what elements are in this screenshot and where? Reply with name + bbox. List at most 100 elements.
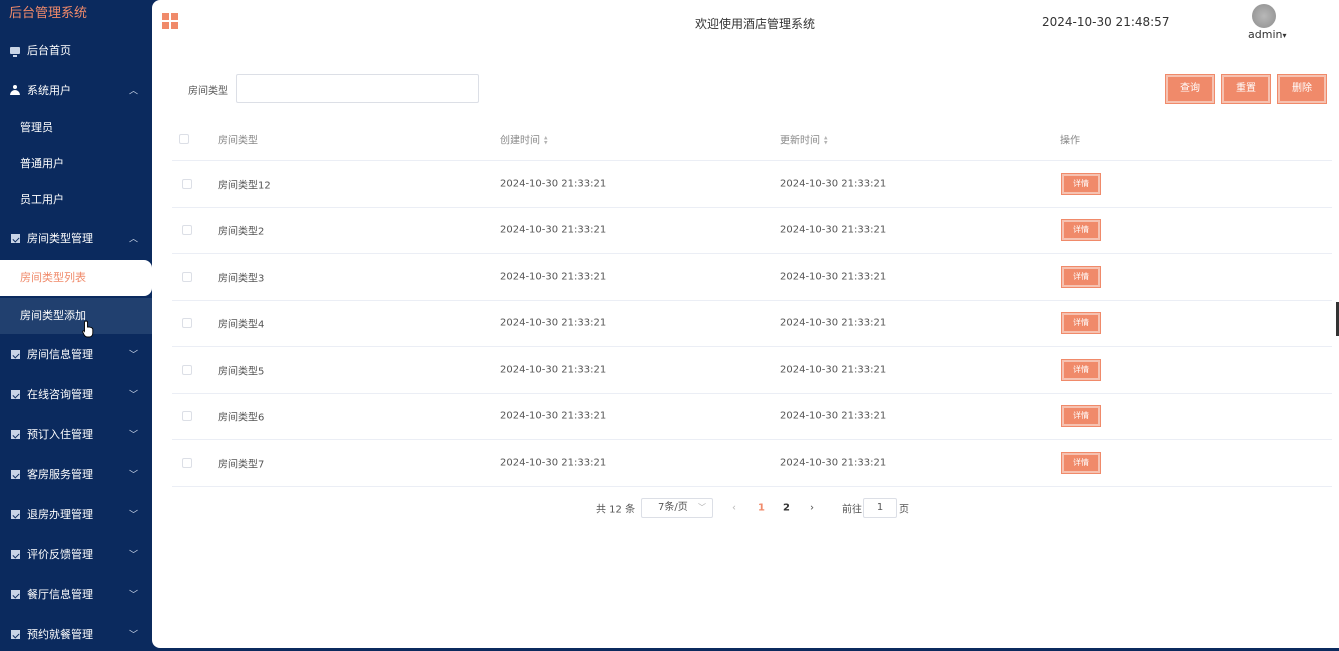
page-unit: 页 [899,504,909,516]
sidebar-item-feedback[interactable]: 评价反馈管理 ﹀ [0,534,152,574]
chevron-down-icon: ﹀ [698,503,706,512]
hand-cursor-icon [82,320,94,338]
sort-icon[interactable]: ▴ ▾ [544,134,548,146]
cell-created-time: 2024-10-30 21:33:21 [500,271,607,283]
chevron-up-icon: ︿ [128,86,138,97]
chevron-down-icon: ﹀ [128,350,138,361]
row-checkbox[interactable] [182,178,192,189]
checkbox-square-icon [10,629,20,639]
sidebar-item-system-users[interactable]: 系统用户 ︿ [0,70,152,110]
detail-button[interactable]: 详情 [1061,172,1101,195]
detail-button[interactable]: 详情 [1061,405,1101,428]
checkbox-square-icon [10,389,20,399]
cell-room-type: 房间类型6 [218,412,265,424]
row-checkbox[interactable] [182,271,192,282]
checkbox-square-icon [10,233,20,243]
sidebar-item-room-info[interactable]: 房间信息管理 ﹀ [0,334,152,374]
sidebar-item-home[interactable]: 后台首页 [0,30,152,70]
sidebar-item-room-type[interactable]: 房间类型管理 ︿ [0,218,152,258]
delete-button[interactable]: 删除 [1277,74,1327,104]
select-all-checkbox[interactable] [179,134,189,144]
sidebar-subitem-staff-user[interactable]: 员工用户 [0,182,152,218]
cell-updated-time: 2024-10-30 21:33:21 [780,317,887,329]
sidebar-item-label: 退房办理管理 [27,508,93,521]
sort-icon[interactable]: ▴ ▾ [824,134,828,146]
sidebar-subitem-room-type-add[interactable]: 房间类型添加 [0,298,152,334]
cell-created-time: 2024-10-30 21:33:21 [500,410,607,422]
sidebar-item-room-service[interactable]: 客房服务管理 ﹀ [0,454,152,494]
row-checkbox[interactable] [182,457,192,468]
header-room-type: 房间类型 [218,135,258,147]
room-type-table: 房间类型 创建时间 ▴ ▾ 更新时间 ▴ ▾ 操作 房间类型12 2024-10-30 2… [172,118,1332,487]
cell-room-type: 房间类型12 [218,180,271,192]
sidebar-subitem-room-type-list[interactable]: 房间类型列表 [0,260,152,296]
detail-button[interactable]: 详情 [1061,451,1101,474]
page-size-select[interactable]: 7条/页 ﹀ [641,498,713,518]
monitor-icon [10,45,20,57]
user-icon [10,85,20,95]
table-row: 房间类型4 2024-10-30 21:33:21 2024-10-30 21:33… [172,301,1332,347]
query-button[interactable]: 查询 [1165,74,1215,104]
goto-page-input[interactable]: 1 [863,498,897,518]
prev-page-icon[interactable]: ‹ [732,503,736,514]
sidebar-item-label: 房间信息管理 [27,348,93,361]
sidebar-item-consult[interactable]: 在线咨询管理 ﹀ [0,374,152,414]
chevron-down-icon: ﹀ [128,470,138,481]
header-updated-label: 更新时间 [780,135,820,147]
detail-button[interactable]: 详情 [1061,358,1101,381]
cell-updated-time: 2024-10-30 21:33:21 [780,178,887,190]
sidebar-subitem-normal-user[interactable]: 普通用户 [0,146,152,182]
chevron-down-icon: ﹀ [128,510,138,521]
sidebar-item-dining-reservation[interactable]: 预约就餐管理 ﹀ [0,614,152,651]
cell-created-time: 2024-10-30 21:33:21 [500,178,607,190]
cell-room-type: 房间类型4 [218,319,265,331]
sidebar-subitem-admin[interactable]: 管理员 [0,110,152,146]
user-menu[interactable]: admin▾ [1248,28,1286,41]
table-row: 房间类型12 2024-10-30 21:33:21 2024-10-30 21:3… [172,161,1332,208]
reset-button[interactable]: 重置 [1221,74,1271,104]
cell-created-time: 2024-10-30 21:33:21 [500,457,607,469]
welcome-text: 欢迎使用酒店管理系统 [695,17,816,31]
chevron-down-icon: ﹀ [128,550,138,561]
checkbox-square-icon [10,549,20,559]
sidebar-item-label: 后台首页 [27,44,71,57]
sidebar-item-label: 系统用户 [27,84,71,97]
sidebar-item-restaurant[interactable]: 餐厅信息管理 ﹀ [0,574,152,614]
chevron-down-icon: ﹀ [128,390,138,401]
sidebar-item-label: 评价反馈管理 [27,548,93,561]
row-checkbox[interactable] [182,318,192,329]
page-1[interactable]: 1 [758,503,765,514]
table-row: 房间类型5 2024-10-30 21:33:21 2024-10-30 21:33… [172,347,1332,394]
cell-created-time: 2024-10-30 21:33:21 [500,317,607,329]
table-row: 房间类型2 2024-10-30 21:33:21 2024-10-30 21:33… [172,208,1332,254]
detail-button[interactable]: 详情 [1061,265,1101,288]
sidebar: 后台管理系统 后台首页 系统用户 ︿ 管理员 普通用户 员工用户 房间类型管理 … [0,0,152,651]
row-checkbox[interactable] [182,411,192,422]
cell-updated-time: 2024-10-30 21:33:21 [780,457,887,469]
detail-button[interactable]: 详情 [1061,219,1101,242]
cell-room-type: 房间类型7 [218,459,265,471]
total-count: 共 12 条 [596,504,636,516]
room-type-search-input[interactable] [236,74,479,103]
cell-updated-time: 2024-10-30 21:33:21 [780,224,887,236]
apps-grid-icon[interactable] [162,13,178,29]
row-checkbox[interactable] [182,225,192,236]
table-header: 房间类型 创建时间 ▴ ▾ 更新时间 ▴ ▾ 操作 [172,118,1332,161]
table-row: 房间类型6 2024-10-30 21:33:21 2024-10-30 21:33… [172,394,1332,440]
row-checkbox[interactable] [182,364,192,375]
cell-updated-time: 2024-10-30 21:33:21 [780,410,887,422]
next-page-icon[interactable]: › [810,503,814,514]
avatar[interactable] [1252,4,1276,28]
sidebar-item-checkout[interactable]: 退房办理管理 ﹀ [0,494,152,534]
sidebar-item-label: 客房服务管理 [27,468,93,481]
cell-created-time: 2024-10-30 21:33:21 [500,224,607,236]
cell-room-type: 房间类型3 [218,273,265,285]
header-created[interactable]: 创建时间 ▴ ▾ [500,132,548,147]
detail-button[interactable]: 详情 [1061,312,1101,335]
cell-room-type: 房间类型2 [218,226,265,238]
header-updated[interactable]: 更新时间 ▴ ▾ [780,132,828,147]
checkbox-square-icon [10,509,20,519]
goto-label: 前往 [842,504,862,516]
page-2[interactable]: 2 [783,503,790,514]
sidebar-item-booking[interactable]: 预订入住管理 ﹀ [0,414,152,454]
